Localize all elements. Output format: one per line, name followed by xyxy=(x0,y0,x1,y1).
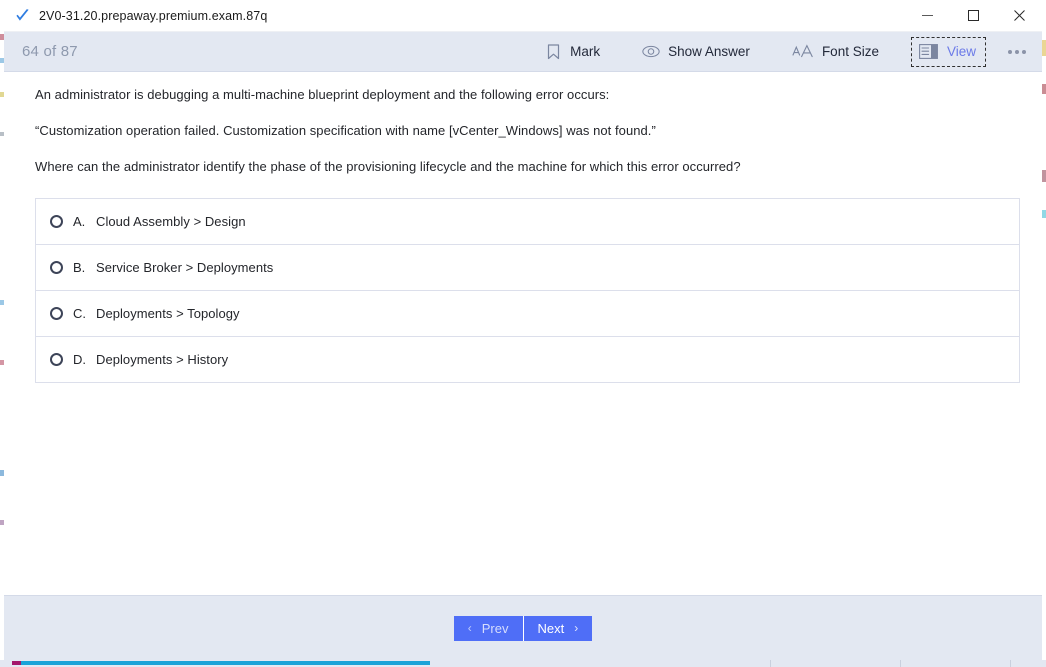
toolbar-actions: Mark Show Answer Font Size View xyxy=(534,32,1042,71)
background-strip-divider xyxy=(770,660,771,667)
mark-button-label: Mark xyxy=(570,44,601,59)
font-size-button-label: Font Size xyxy=(821,44,879,59)
overflow-menu-button[interactable] xyxy=(1000,35,1034,69)
option-text-c: Deployments > Topology xyxy=(96,305,240,321)
chevron-right-icon: › xyxy=(574,621,579,635)
overflow-dot xyxy=(1015,49,1019,54)
question-text-line-1: An administrator is debugging a multi-ma… xyxy=(35,87,610,102)
bookmark-icon xyxy=(544,43,562,61)
window-controls xyxy=(904,0,1042,31)
radio-button-a[interactable] xyxy=(50,214,63,228)
font-size-icon xyxy=(792,43,814,61)
option-letter-b: B. xyxy=(73,259,86,275)
option-letter-d: D. xyxy=(73,351,86,367)
footer-bar: ‹ Prev Next › xyxy=(4,595,1042,660)
eye-icon xyxy=(642,43,660,61)
navigation-buttons: ‹ Prev Next › xyxy=(453,615,593,641)
option-letter-a: A. xyxy=(73,213,86,229)
option-text-d: Deployments > History xyxy=(96,351,229,367)
overflow-dot xyxy=(1022,49,1026,54)
chevron-left-icon: ‹ xyxy=(467,621,472,635)
blue-check-icon xyxy=(14,8,30,24)
next-button[interactable]: Next › xyxy=(523,615,593,641)
show-answer-button[interactable]: Show Answer xyxy=(632,38,760,65)
background-strip-divider xyxy=(1010,660,1011,667)
radio-button-b[interactable] xyxy=(50,260,63,274)
overflow-dot xyxy=(1008,49,1012,54)
prev-button-label: Prev xyxy=(481,620,509,636)
option-letter-c: C. xyxy=(73,305,86,321)
answer-option-c[interactable]: C. Deployments > Topology xyxy=(36,291,1019,337)
view-button-label: View xyxy=(946,44,976,59)
exam-simulator-window: 2V0-31.20.prepaway.premium.exam.87q 64 o… xyxy=(4,0,1042,660)
option-text-b: Service Broker > Deployments xyxy=(96,259,274,275)
question-progress-label: 64 of 87 xyxy=(22,43,78,60)
show-answer-button-label: Show Answer xyxy=(668,44,750,59)
background-progress-magenta xyxy=(12,661,21,665)
prev-button[interactable]: ‹ Prev xyxy=(453,615,524,641)
answer-option-a[interactable]: A. Cloud Assembly > Design xyxy=(36,199,1019,245)
layout-panel-icon xyxy=(919,43,939,61)
radio-button-c[interactable] xyxy=(50,306,63,320)
mark-button[interactable]: Mark xyxy=(534,38,610,65)
background-strip-divider xyxy=(900,660,901,667)
edge-fleck xyxy=(1042,40,1046,56)
next-button-label: Next xyxy=(537,620,565,636)
answer-options-list: A. Cloud Assembly > Design B. Service Br… xyxy=(35,197,1020,383)
view-button[interactable]: View xyxy=(910,36,986,67)
answer-option-d[interactable]: D. Deployments > History xyxy=(36,337,1019,382)
edge-fleck xyxy=(1042,170,1046,182)
edge-fleck xyxy=(1042,210,1046,218)
background-progress-cyan xyxy=(21,661,430,665)
maximize-icon[interactable] xyxy=(950,0,996,31)
title-bar: 2V0-31.20.prepaway.premium.exam.87q xyxy=(4,0,1042,32)
font-size-button[interactable]: Font Size xyxy=(782,38,889,65)
question-error-message: “Customization operation failed. Customi… xyxy=(35,122,656,138)
minimize-icon[interactable] xyxy=(904,0,950,31)
window-title: 2V0-31.20.prepaway.premium.exam.87q xyxy=(39,8,268,23)
edge-fleck xyxy=(1042,84,1046,94)
question-content-area: An administrator is debugging a multi-ma… xyxy=(4,72,1042,595)
option-text-a: Cloud Assembly > Design xyxy=(96,213,246,229)
radio-button-d[interactable] xyxy=(50,352,63,366)
close-icon[interactable] xyxy=(996,0,1042,31)
toolbar: 64 of 87 Mark Show Answer Font Size View xyxy=(4,32,1042,72)
question-prompt: Where can the administrator identify the… xyxy=(35,158,741,174)
answer-option-b[interactable]: B. Service Broker > Deployments xyxy=(36,245,1019,291)
